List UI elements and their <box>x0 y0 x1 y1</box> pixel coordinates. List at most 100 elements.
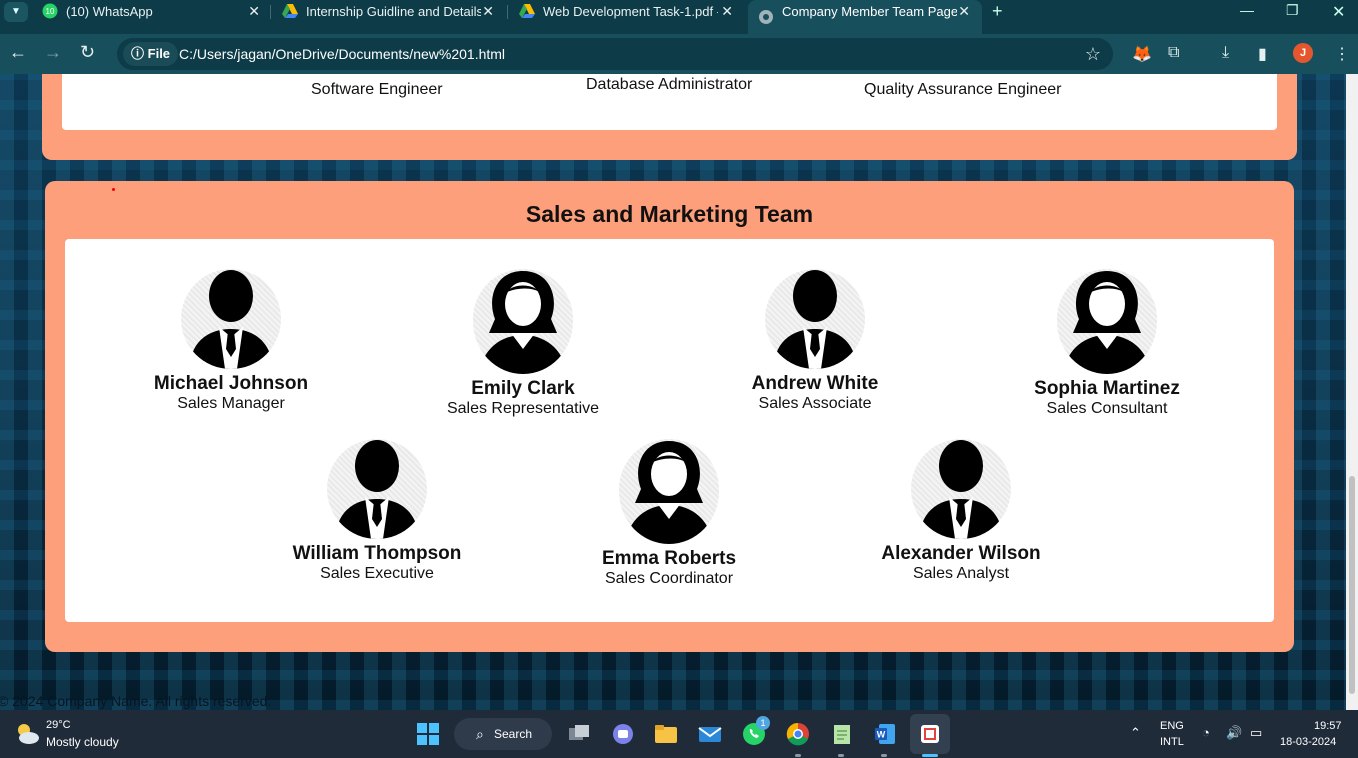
member-role: Database Administrator <box>586 76 753 93</box>
close-tab-icon[interactable]: ✕ <box>958 3 970 20</box>
tab-title: (10) WhatsApp <box>66 3 153 19</box>
member-name: Emma Roberts <box>601 548 737 569</box>
tab-separator <box>507 5 508 19</box>
info-icon: ⓘ <box>131 46 145 61</box>
new-tab-button[interactable]: + <box>992 1 1003 22</box>
page-scrollbar[interactable] <box>1346 74 1358 710</box>
volume-icon[interactable]: 🔊 <box>1226 725 1242 741</box>
tab-title: Web Development Task-1.pdf - <box>543 3 718 19</box>
site-info-button[interactable]: ⓘ File <box>123 42 179 66</box>
battery-icon[interactable]: ▭ <box>1250 725 1262 741</box>
file-explorer-icon[interactable] <box>653 722 679 746</box>
male-avatar-icon <box>911 439 1011 539</box>
url-text[interactable]: C:/Users/jagan/OneDrive/Documents/new%20… <box>179 46 505 62</box>
restore-button[interactable]: ❐ <box>1286 2 1299 19</box>
address-bar[interactable]: ⓘ File C:/Users/jagan/OneDrive/Documents… <box>117 38 1113 70</box>
member-role: Software Engineer <box>311 81 443 98</box>
female-avatar-icon <box>619 439 719 544</box>
member-role: Sales Consultant <box>1046 400 1168 417</box>
member-role: Sales Associate <box>758 395 872 412</box>
member-role: Sales Analyst <box>912 565 1010 582</box>
member-role: Sales Manager <box>177 395 285 412</box>
scrollbar-thumb[interactable] <box>1349 476 1355 694</box>
download-icon[interactable]: ⤓ <box>1222 44 1229 62</box>
tab-company-member-team-page[interactable]: Company Member Team Page ✕ <box>748 0 982 34</box>
clock-time[interactable]: 19:57 <box>1314 720 1342 732</box>
close-window-button[interactable]: ✕ <box>1332 2 1345 22</box>
member-card: Sophia Martinez Sales Consultant <box>977 269 1237 418</box>
male-avatar-icon <box>327 439 427 539</box>
cursor-dot <box>112 188 115 191</box>
member-name: Emily Clark <box>471 378 575 399</box>
chrome-icon[interactable] <box>785 722 811 746</box>
member-name: Alexander Wilson <box>881 543 1041 564</box>
back-button[interactable]: ← <box>9 42 27 63</box>
language-code[interactable]: ENG <box>1160 720 1184 732</box>
page-footer: © 2024 Company Name. All rights reserved… <box>0 693 272 709</box>
tab-title: Internship Guidline and Details. <box>306 3 481 19</box>
keyboard-layout[interactable]: INTL <box>1160 736 1184 748</box>
extensions-puzzle-icon[interactable]: ⧉ <box>1168 44 1179 62</box>
task-view-icon[interactable] <box>566 722 592 746</box>
member-role: Sales Representative <box>446 400 600 417</box>
google-drive-icon <box>519 4 535 18</box>
page-viewport: Software Engineer Database Administrator… <box>0 74 1346 710</box>
globe-icon <box>759 10 773 24</box>
member-card: Alexander Wilson Sales Analyst <box>831 439 1091 583</box>
browser-toolbar: ← → ↻ ⓘ File C:/Users/jagan/OneDrive/Doc… <box>0 34 1358 74</box>
tab-separator <box>270 5 271 19</box>
snipping-tool-icon[interactable] <box>917 722 943 746</box>
reload-button[interactable]: ↻ <box>80 42 95 63</box>
metamask-extension-icon[interactable]: 🦊 <box>1132 44 1152 64</box>
weather-temperature[interactable]: 29°C <box>46 719 71 731</box>
tab-search-button[interactable]: ▼ <box>4 2 28 22</box>
weather-description[interactable]: Mostly cloudy <box>46 735 119 749</box>
chevron-up-icon[interactable]: ⌃ <box>1130 725 1141 741</box>
search-label: Search <box>494 727 533 741</box>
member-name: Sophia Martinez <box>1034 378 1180 399</box>
running-indicator <box>881 754 887 757</box>
bookmark-star-icon[interactable]: ☆ <box>1085 44 1101 65</box>
tab-whatsapp[interactable]: 10 (10) WhatsApp ✕ <box>42 0 260 22</box>
close-tab-icon[interactable]: ✕ <box>721 3 733 20</box>
section-title: Sales and Marketing Team <box>525 201 814 227</box>
running-indicator <box>922 754 938 757</box>
running-indicator <box>838 754 844 757</box>
member-card: Emma Roberts Sales Coordinator <box>539 439 799 588</box>
member-name: William Thompson <box>292 543 462 564</box>
browser-menu-icon[interactable]: ⋮ <box>1334 44 1350 64</box>
male-avatar-icon <box>765 269 865 369</box>
forward-button[interactable]: → <box>44 42 62 63</box>
svg-text:10: 10 <box>46 7 55 16</box>
notepad-icon[interactable] <box>829 722 855 746</box>
close-tab-icon[interactable]: ✕ <box>482 3 494 20</box>
tab-internship-guideline[interactable]: Internship Guidline and Details. ✕ <box>282 0 494 22</box>
male-avatar-icon <box>181 269 281 369</box>
weather-cloud-icon[interactable] <box>14 720 40 746</box>
google-drive-icon <box>282 4 298 18</box>
minimize-button[interactable]: — <box>1240 2 1254 18</box>
member-name: Andrew White <box>751 373 879 394</box>
previous-team-card-area: Software Engineer Database Administrator… <box>62 74 1277 130</box>
clock-date[interactable]: 18-03-2024 <box>1280 736 1336 748</box>
profile-avatar[interactable]: J <box>1293 43 1313 63</box>
wifi-icon[interactable]: ◔ <box>1202 725 1210 740</box>
running-indicator <box>795 754 801 757</box>
previous-team-section: Software Engineer Database Administrator… <box>42 74 1297 160</box>
mail-icon[interactable] <box>697 722 723 746</box>
female-avatar-icon <box>473 269 573 374</box>
word-icon[interactable]: W <box>872 722 898 746</box>
member-card: Emily Clark Sales Representative <box>393 269 653 418</box>
taskbar-search-button[interactable]: ⌕ Search <box>454 718 552 750</box>
tab-web-development-task[interactable]: Web Development Task-1.pdf - ✕ <box>519 0 733 22</box>
site-info-label: File <box>147 46 171 61</box>
member-card: William Thompson Sales Executive <box>247 439 507 583</box>
member-card: Andrew White Sales Associate <box>685 269 945 413</box>
teams-chat-icon[interactable] <box>610 722 636 746</box>
windows-start-icon[interactable] <box>415 722 441 746</box>
member-role: Sales Coordinator <box>604 570 734 587</box>
female-avatar-icon <box>1057 269 1157 374</box>
close-tab-icon[interactable]: ✕ <box>248 3 260 20</box>
browser-tab-strip: ▼ 10 (10) WhatsApp ✕ Internship Guidline… <box>0 0 1358 34</box>
side-panel-icon[interactable]: ▮ <box>1258 44 1267 64</box>
